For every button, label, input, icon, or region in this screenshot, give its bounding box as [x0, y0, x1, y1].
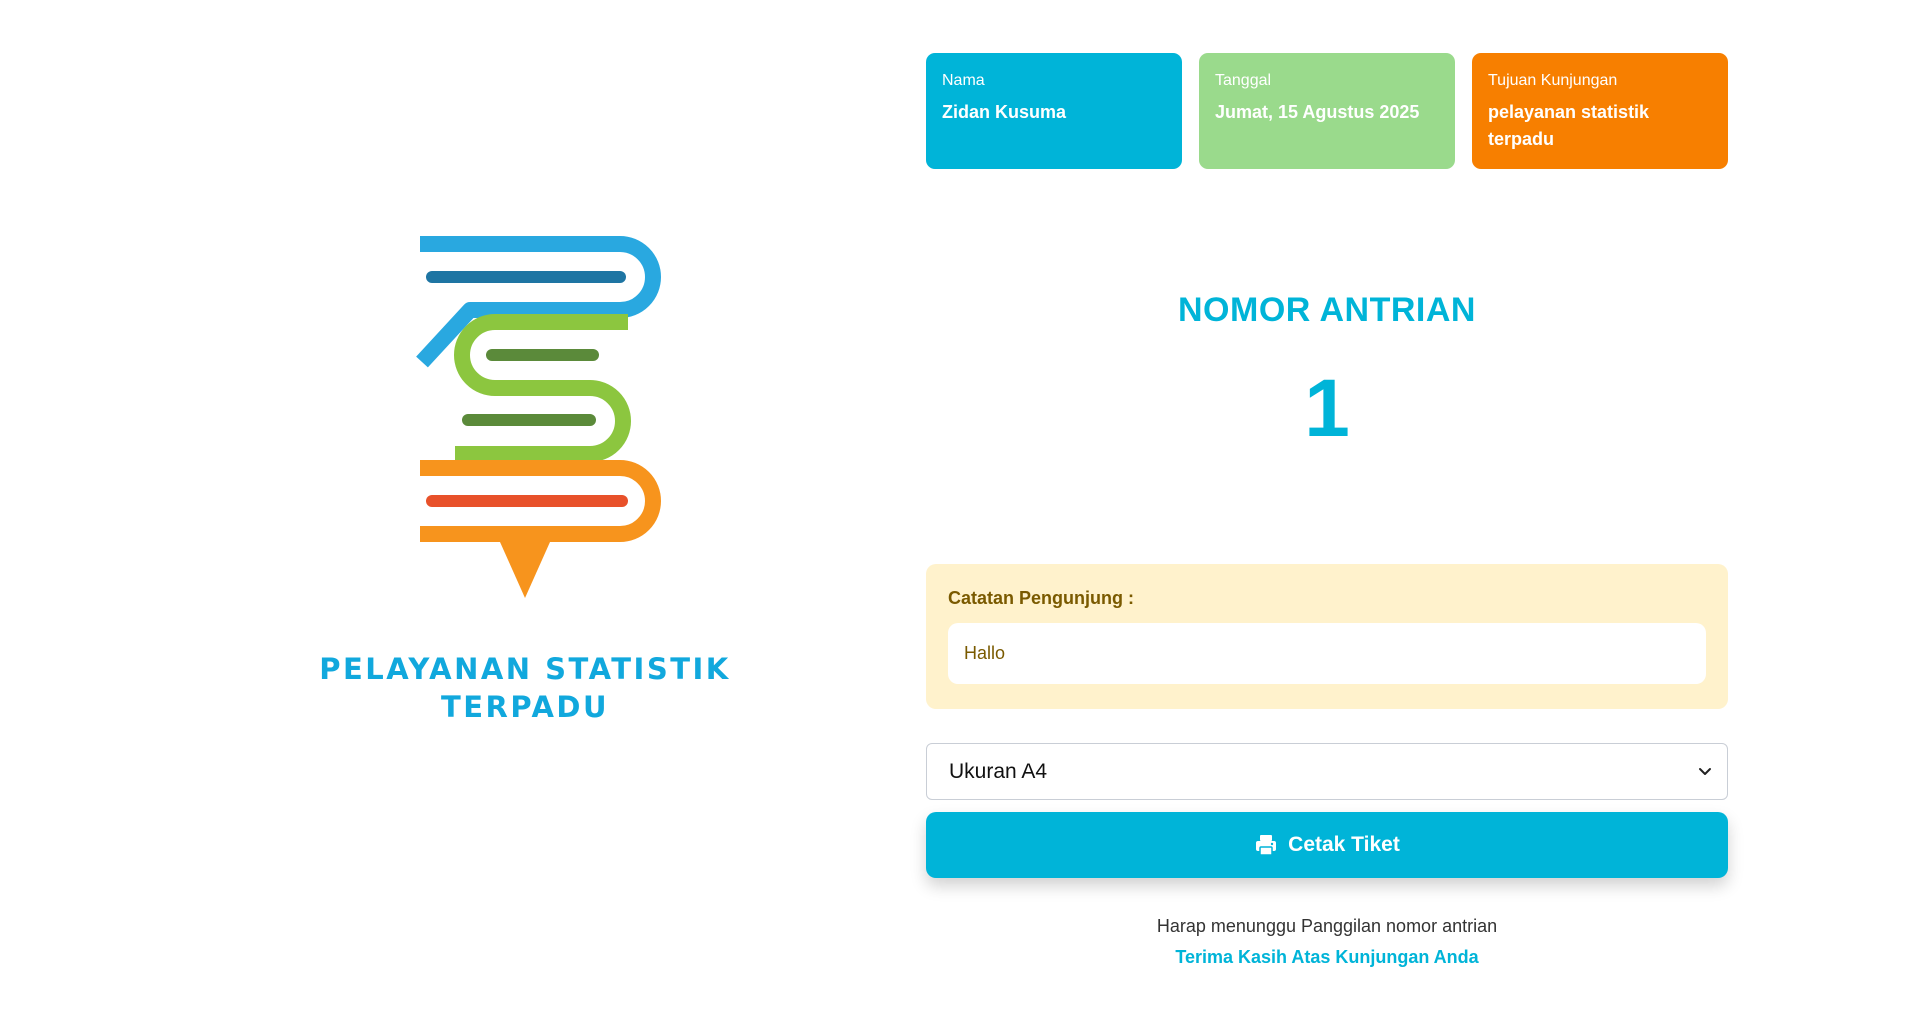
purpose-label: Tujuan Kunjungan [1488, 72, 1618, 89]
logo-title-line2: TERPADU [440, 690, 610, 724]
purpose-card: Tujuan Kunjungan pelayanan statistik ter… [1472, 53, 1728, 169]
notes-label: Catatan Pengunjung : [948, 588, 1134, 608]
pst-logo-icon [416, 236, 661, 598]
thanks-message: Terima Kasih Atas Kunjungan Anda [1175, 947, 1479, 967]
wait-message: Harap menunggu Panggilan nomor antrian [1156, 916, 1498, 936]
purpose-value: pelayanan statistik terpadu [1488, 102, 1650, 149]
print-ticket-label: Cetak Tiket [1288, 833, 1400, 856]
print-ticket-button[interactable]: Cetak Tiket [926, 812, 1728, 878]
date-label: Tanggal [1215, 72, 1272, 89]
page: PELAYANAN STATISTIK TERPADU Nama Zidan K… [0, 0, 1919, 1024]
printer-icon [1256, 835, 1277, 856]
date-card: Tanggal Jumat, 15 Agustus 2025 [1199, 53, 1455, 169]
paper-size-selected: Ukuran A4 [949, 759, 1048, 783]
logo-area: PELAYANAN STATISTIK TERPADU [290, 230, 760, 750]
chevron-down-icon [1699, 768, 1711, 775]
name-value: Zidan Kusuma [942, 102, 1067, 122]
notes-input[interactable] [948, 623, 1706, 684]
queue-number: 1 [1304, 363, 1350, 454]
name-card: Nama Zidan Kusuma [926, 53, 1182, 169]
visitor-notes-box: Catatan Pengunjung : [926, 564, 1728, 709]
visitor-info-cards: Nama Zidan Kusuma Tanggal Jumat, 15 Agus… [926, 53, 1728, 169]
date-value: Jumat, 15 Agustus 2025 [1215, 102, 1420, 122]
name-label: Nama [942, 72, 985, 89]
queue-title: NOMOR ANTRIAN [1178, 291, 1476, 329]
logo-title: PELAYANAN STATISTIK TERPADU [290, 650, 760, 726]
logo-title-line1: PELAYANAN STATISTIK [319, 652, 731, 686]
ticket-panel: Nama Zidan Kusuma Tanggal Jumat, 15 Agus… [926, 53, 1728, 968]
paper-size-select[interactable]: Ukuran A4 [926, 743, 1728, 800]
